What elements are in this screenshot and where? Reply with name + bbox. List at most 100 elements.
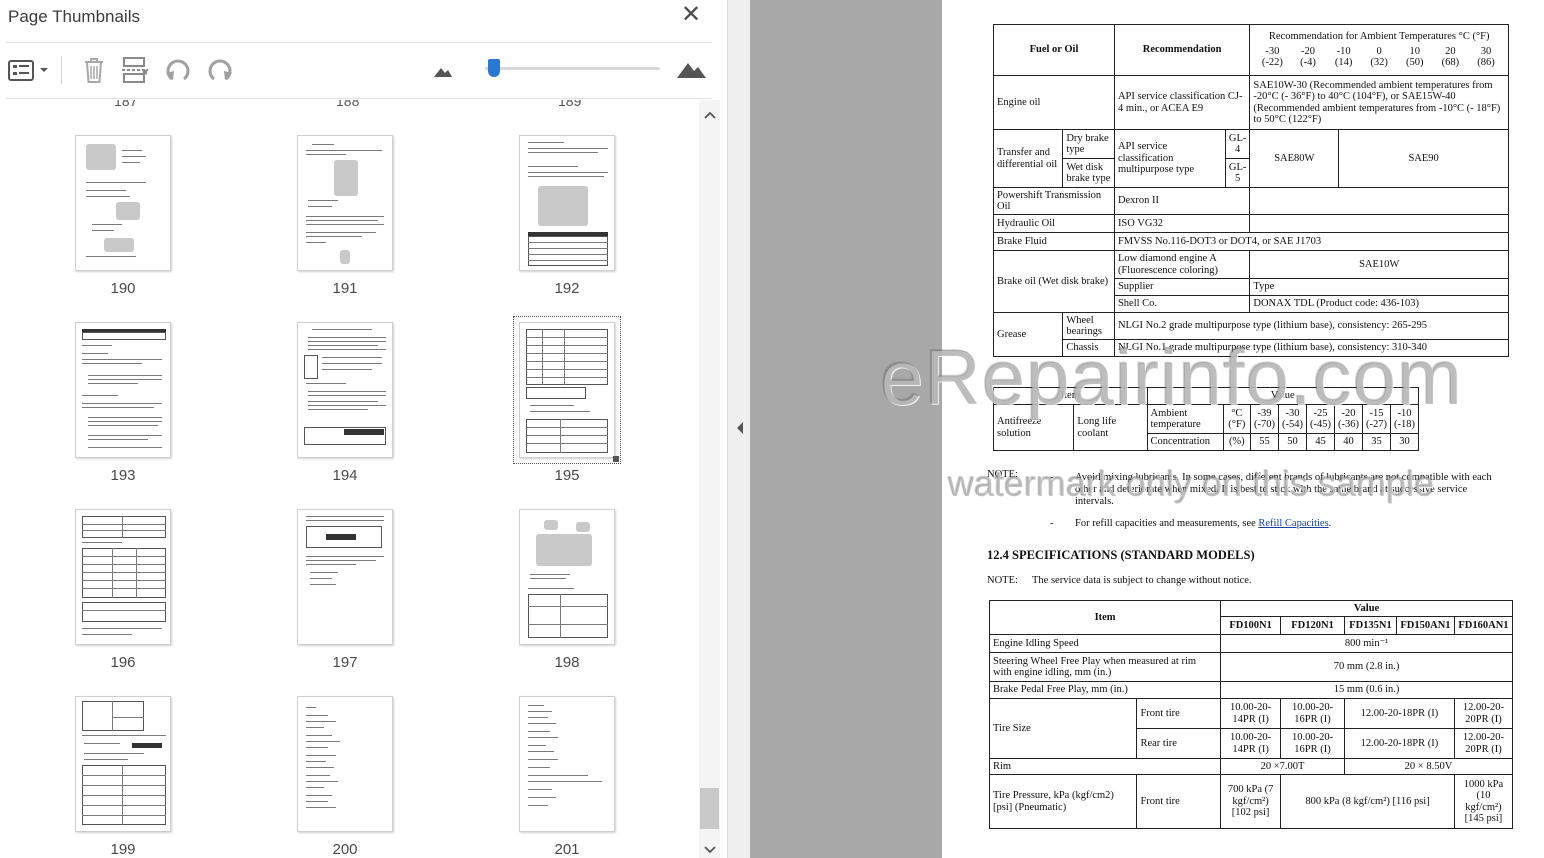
rear-tire-cell: Rear tire bbox=[1136, 728, 1222, 759]
thumbnail-image bbox=[519, 135, 615, 271]
type-cell: Type bbox=[1249, 278, 1509, 296]
pressure-value: 800 kPa (8 kgf/cm²) [116 psi] bbox=[1280, 774, 1455, 829]
model-header: FD150AN1 bbox=[1395, 616, 1455, 635]
page-thumbnail[interactable]: 193 bbox=[75, 322, 171, 484]
model-header: FD135N1 bbox=[1343, 616, 1397, 635]
brake-pedal-cell: Brake Pedal Free Play, mm (in.) bbox=[988, 681, 1222, 699]
page-thumbnail[interactable]: 195 bbox=[513, 316, 621, 484]
page-thumbnail[interactable]: 192 bbox=[519, 135, 615, 297]
toolbar-separator bbox=[61, 56, 62, 84]
scrollbar-thumb[interactable] bbox=[700, 788, 719, 829]
transfer-oil-cell: Transfer and differential oil bbox=[992, 129, 1064, 188]
thumbnail-image bbox=[75, 696, 171, 832]
selection-marker bbox=[613, 456, 619, 462]
page-thumbnail[interactable]: 199 bbox=[75, 696, 171, 858]
thumbnail-scrollbar[interactable] bbox=[699, 100, 720, 858]
pct-cell: 35 bbox=[1362, 433, 1391, 451]
steering-free-play-value: 70 mm (2.8 in.) bbox=[1220, 652, 1513, 682]
page-number-label: 198 bbox=[554, 654, 580, 671]
specifications-table: Item Value FD100N1 FD120N1 FD135N1 FD150… bbox=[988, 600, 1514, 829]
page-thumbnail[interactable]: 191 bbox=[297, 135, 393, 297]
thumbnail-options-button[interactable] bbox=[7, 54, 51, 86]
page-number-label: 195 bbox=[554, 467, 580, 484]
rim-cell: Rim bbox=[988, 758, 1222, 775]
page-number-label: 189 bbox=[558, 100, 582, 109]
pct-cell: 50 bbox=[1278, 433, 1307, 451]
note-label: NOTE: bbox=[987, 575, 1018, 586]
model-header: FD100N1 bbox=[1220, 616, 1282, 635]
powershift-cell: Powershift Transmission Oil bbox=[993, 187, 1115, 215]
document-viewer-background bbox=[750, 0, 942, 858]
insert-page-button[interactable] bbox=[120, 54, 150, 86]
zoom-out-button[interactable] bbox=[432, 54, 454, 86]
note-service-data: The service data is subject to change wi… bbox=[1032, 575, 1252, 586]
thumbnail-image bbox=[297, 696, 393, 832]
page-thumbnail[interactable]: 197 bbox=[297, 509, 393, 671]
temp-tick: -30 (-22) bbox=[1261, 45, 1283, 69]
page-thumbnail[interactable]: 190 bbox=[75, 135, 171, 297]
tire-value: 10.00-20-14PR (I) bbox=[1220, 728, 1282, 759]
page-thumbnail[interactable]: 201 bbox=[519, 696, 615, 858]
spec-item-header: Item bbox=[988, 600, 1222, 635]
page-number-label: 196 bbox=[110, 654, 136, 671]
brake-oil-cell: Brake oil (Wet disk brake) bbox=[993, 250, 1115, 313]
front-tire-cell: Front tire bbox=[1136, 698, 1222, 729]
thumbnail-image bbox=[75, 135, 171, 271]
rotate-right-button[interactable] bbox=[205, 54, 235, 86]
watermark-sub: watermark only on this sample bbox=[948, 463, 1435, 504]
model-header: FD160AN1 bbox=[1453, 616, 1514, 635]
temp-tick: -20 (-4) bbox=[1300, 45, 1316, 69]
delete-icon bbox=[85, 58, 103, 83]
temp-tick: -10 (14) bbox=[1334, 45, 1353, 69]
shell-cell: Shell Co. bbox=[1113, 295, 1251, 313]
pct-cell: 40 bbox=[1334, 433, 1363, 451]
tire-value: 10.00-20-16PR (I) bbox=[1280, 698, 1345, 729]
zoom-in-button[interactable] bbox=[675, 54, 709, 86]
page-number-label: 194 bbox=[332, 467, 358, 484]
engine-oil-cell: Engine oil bbox=[993, 75, 1115, 130]
rotate-right-icon bbox=[208, 59, 232, 81]
rim-value: 20 × 8.50V bbox=[1343, 758, 1514, 775]
scroll-up-icon[interactable] bbox=[703, 108, 717, 122]
pct-cell: 30 bbox=[1390, 433, 1419, 451]
zoom-slider-track[interactable] bbox=[485, 67, 660, 70]
idling-speed-value: 800 min⁻¹ bbox=[1220, 634, 1513, 653]
page-thumbnail[interactable]: 194 bbox=[297, 322, 393, 484]
page-number-label: 199 bbox=[110, 841, 136, 858]
panel-title: Page Thumbnails bbox=[8, 7, 140, 26]
sae80w-cell: SAE80W bbox=[1249, 129, 1340, 188]
page-thumbnail[interactable]: 196 bbox=[75, 509, 171, 671]
page-thumbnail[interactable]: 200 bbox=[297, 696, 393, 858]
concentration-cell: Concentration bbox=[1146, 433, 1224, 451]
page-thumbnail[interactable]: 198 bbox=[519, 509, 615, 671]
page-number-label: 190 bbox=[110, 280, 136, 297]
sae90-cell: SAE90 bbox=[1338, 129, 1509, 188]
tire-size-cell: Tire Size bbox=[988, 698, 1138, 759]
rim-value: 20 ×7.00T bbox=[1220, 758, 1345, 775]
delete-page-button[interactable] bbox=[80, 54, 108, 86]
dry-brake-cell: Dry brake type bbox=[1062, 129, 1115, 159]
page-number-label: 201 bbox=[554, 841, 580, 858]
scroll-down-icon[interactable] bbox=[703, 843, 717, 857]
page-number-label: 200 bbox=[332, 841, 358, 858]
fmvss-cell: FMVSS No.116-DOT3 or DOT4, or SAE J1703 bbox=[1113, 232, 1510, 251]
pct-cell: 45 bbox=[1306, 433, 1335, 451]
tire-value: 12.00-20-18PR (I) bbox=[1343, 698, 1455, 729]
page-thumbnails-panel: Page Thumbnails ✕ 187 188 189 190 191 19… bbox=[0, 0, 727, 858]
collapse-panel-icon[interactable] bbox=[735, 421, 745, 435]
temp-tick: 0 (32) bbox=[1370, 45, 1388, 69]
dexron-cell: Dexron II bbox=[1113, 187, 1251, 215]
refill-capacities-link[interactable]: Refill Capacities bbox=[1258, 518, 1328, 529]
model-header: FD120N1 bbox=[1280, 616, 1345, 635]
thumbnail-options-icon bbox=[8, 60, 48, 81]
insert-page-icon bbox=[122, 57, 148, 83]
rotate-left-button[interactable] bbox=[163, 54, 193, 86]
pressure-value: 1000 kPa (10 kgf/cm²) [145 psi] bbox=[1453, 774, 1514, 829]
page-number-label: 187 bbox=[114, 100, 138, 109]
thumbnail-image bbox=[75, 509, 171, 645]
zoom-in-mountain-icon bbox=[677, 63, 706, 78]
spec-value-header: Value bbox=[1220, 600, 1513, 617]
zoom-slider-handle[interactable] bbox=[488, 59, 500, 77]
api-multipurpose-cell: API service classification multipurpose … bbox=[1113, 129, 1226, 188]
close-panel-button[interactable]: ✕ bbox=[680, 3, 702, 27]
